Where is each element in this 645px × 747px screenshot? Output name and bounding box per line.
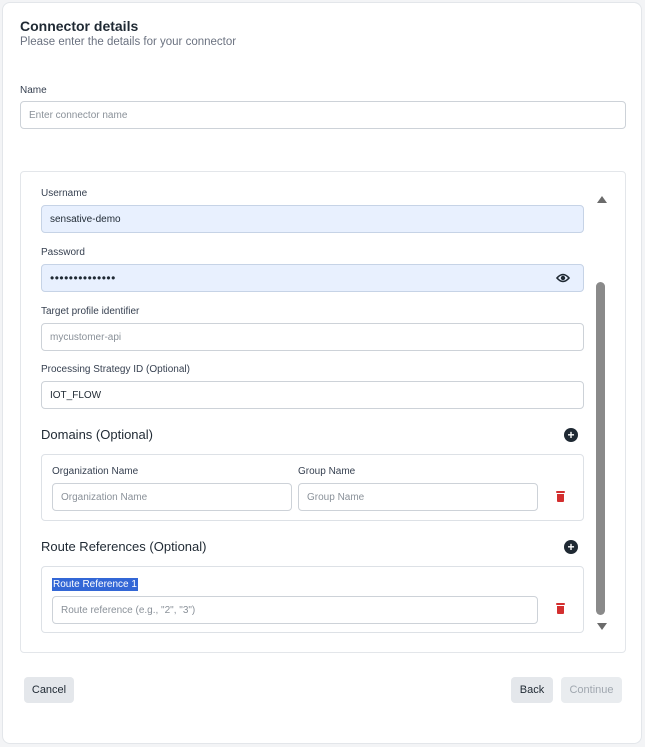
organization-name-label: Organization Name <box>52 466 139 477</box>
route-references-section-title: Route References (Optional) <box>41 539 207 554</box>
password-input[interactable]: •••••••••••••• <box>41 264 584 292</box>
delete-route-reference-trash-icon[interactable] <box>556 603 565 614</box>
scrollbar-thumb[interactable] <box>596 282 605 615</box>
processing-strategy-label: Processing Strategy ID (Optional) <box>41 364 190 375</box>
back-button[interactable]: Back <box>511 677 553 703</box>
scrollbar[interactable] <box>595 196 607 630</box>
password-label: Password <box>41 247 85 258</box>
target-profile-label: Target profile identifier <box>41 306 140 317</box>
add-domain-plus-icon[interactable]: + <box>564 428 578 442</box>
processing-strategy-input[interactable]: IOT_FLOW <box>41 381 584 409</box>
username-input[interactable]: sensative-demo <box>41 205 584 233</box>
domains-section-title: Domains (Optional) <box>41 427 153 442</box>
connector-form-scroll-area[interactable]: Username sensative-demo Password •••••••… <box>20 171 626 653</box>
connector-details-card: Connector details Please enter the detai… <box>2 2 642 744</box>
scroll-down-arrow-icon[interactable] <box>597 623 607 630</box>
scroll-up-arrow-icon[interactable] <box>597 196 607 203</box>
name-label: Name <box>20 85 47 96</box>
page-subtitle: Please enter the details for your connec… <box>20 36 237 48</box>
connector-name-input[interactable]: Enter connector name <box>20 101 626 129</box>
eye-icon[interactable] <box>556 273 570 283</box>
route-reference-entry: Route Reference 1 Route reference (e.g.,… <box>41 566 584 633</box>
delete-domain-trash-icon[interactable] <box>556 491 565 502</box>
add-route-reference-plus-icon[interactable]: + <box>564 540 578 554</box>
continue-button[interactable]: Continue <box>561 677 622 703</box>
group-name-label: Group Name <box>298 466 356 477</box>
group-name-input[interactable]: Group Name <box>298 483 538 511</box>
page-title: Connector details <box>20 18 139 34</box>
username-label: Username <box>41 188 88 199</box>
domain-entry: Organization Name Organization Name Grou… <box>41 454 584 521</box>
target-profile-input[interactable]: mycustomer-api <box>41 323 584 351</box>
route-reference-label: Route Reference 1 <box>52 578 138 591</box>
organization-name-input[interactable]: Organization Name <box>52 483 292 511</box>
cancel-button[interactable]: Cancel <box>24 677 74 703</box>
route-reference-input[interactable]: Route reference (e.g., "2", "3") <box>52 596 538 624</box>
